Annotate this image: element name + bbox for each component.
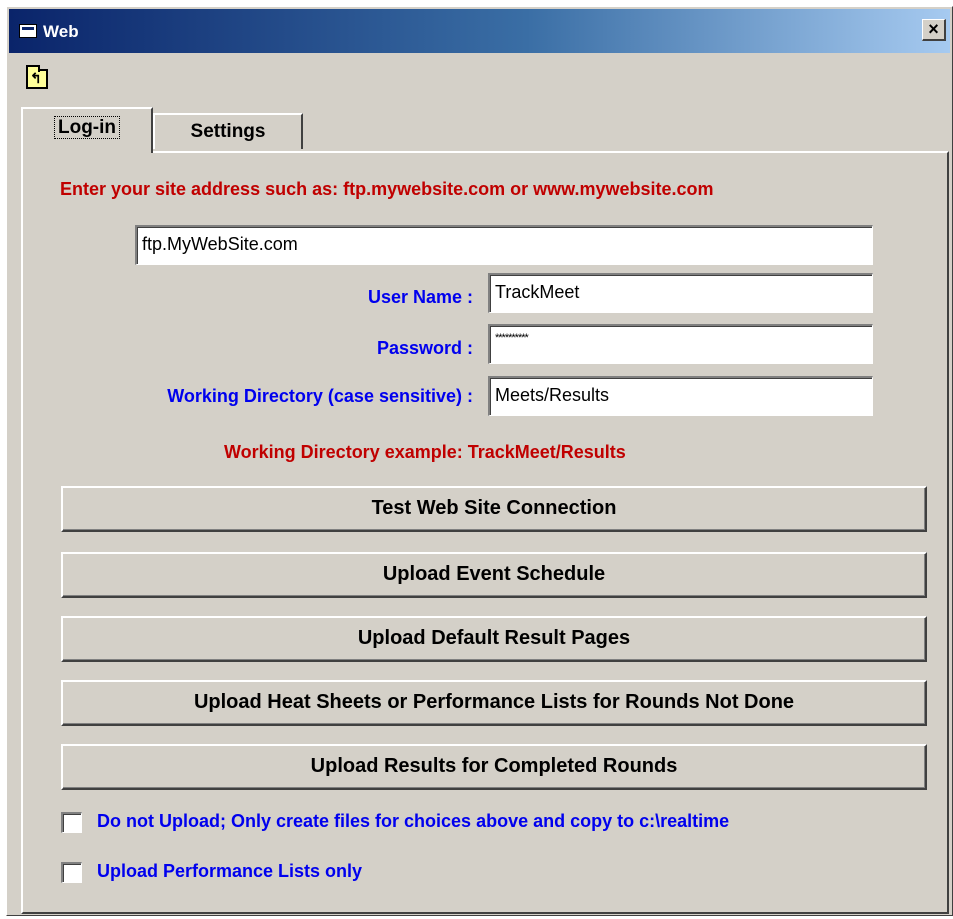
working-directory-example: Working Directory example: TrackMeet/Res… xyxy=(224,442,626,462)
upload-default-result-pages-button[interactable]: Upload Default Result Pages xyxy=(61,616,927,662)
tab-log-in[interactable]: Log-in xyxy=(21,107,153,153)
tab-settings-label: Settings xyxy=(190,121,266,142)
working-directory-label: Working Directory (case sensitive) : xyxy=(167,386,473,406)
password-label: Password : xyxy=(376,338,473,358)
site-address-input[interactable]: ftp.MyWebSite.com xyxy=(135,225,873,265)
window-title: Web xyxy=(43,22,79,41)
close-icon: × xyxy=(928,19,939,39)
upload-heat-sheets-button[interactable]: Upload Heat Sheets or Performance Lists … xyxy=(61,680,927,726)
upload-results-completed-button[interactable]: Upload Results for Completed Rounds xyxy=(61,744,927,790)
performance-lists-only-label: Upload Performance Lists only xyxy=(97,861,363,881)
test-connection-button[interactable]: Test Web Site Connection xyxy=(61,486,927,532)
folder-up-icon[interactable]: ↰ xyxy=(26,65,48,89)
tab-log-in-label: Log-in xyxy=(53,116,121,139)
performance-lists-only-checkbox[interactable] xyxy=(61,862,82,883)
site-address-hint: Enter your site address such as: ftp.myw… xyxy=(60,179,714,199)
log-in-panel xyxy=(21,151,949,914)
tab-settings[interactable]: Settings xyxy=(153,113,303,149)
window-app-icon xyxy=(19,24,37,38)
no-upload-checkbox[interactable] xyxy=(61,812,82,833)
no-upload-label: Do not Upload; Only create files for cho… xyxy=(97,811,730,831)
working-directory-input[interactable]: Meets/Results xyxy=(488,376,873,416)
title-bar[interactable]: Web × xyxy=(9,9,950,53)
username-input[interactable]: TrackMeet xyxy=(488,273,873,313)
upload-event-schedule-button[interactable]: Upload Event Schedule xyxy=(61,552,927,598)
close-button[interactable]: × xyxy=(922,19,946,41)
web-dialog-window: Web × ↰ Log-in Settings Enter your site … xyxy=(6,6,953,916)
password-input[interactable]: ********** xyxy=(488,324,873,364)
username-label: User Name : xyxy=(367,287,473,307)
